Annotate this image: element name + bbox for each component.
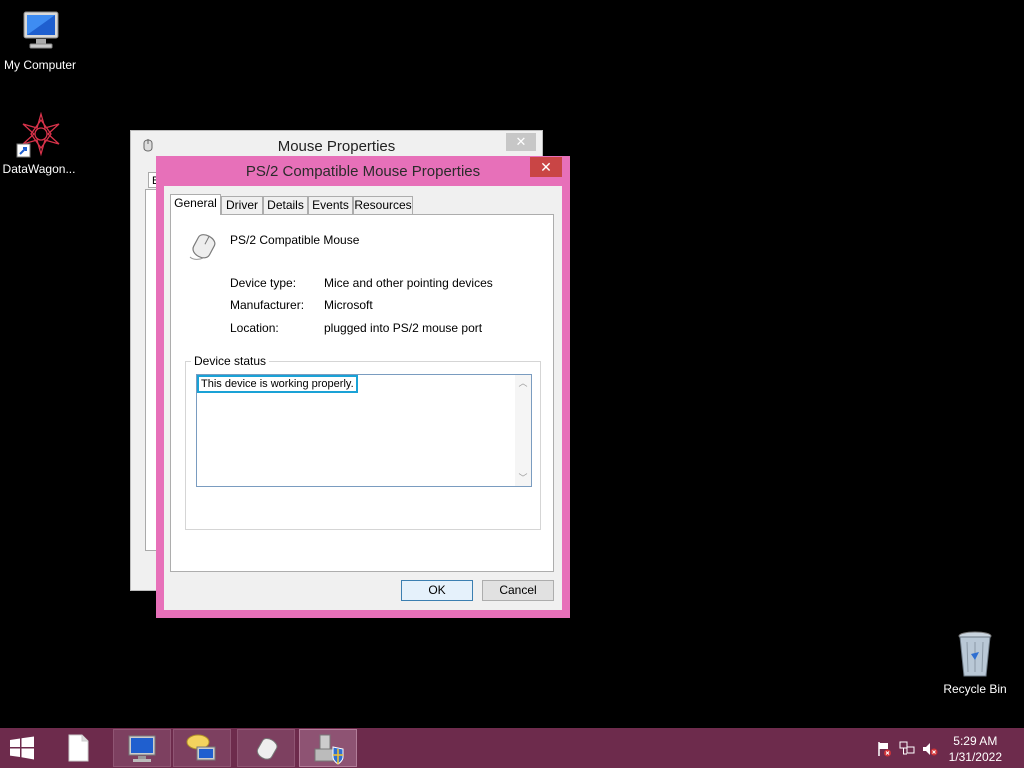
- datawagon-icon: [16, 112, 60, 158]
- dialog-title: PS/2 Compatible Mouse Properties: [245, 163, 481, 180]
- tab-details[interactable]: Details: [263, 196, 308, 214]
- start-button[interactable]: [8, 736, 38, 760]
- tab-resources[interactable]: Resources: [353, 196, 413, 214]
- my-computer-icon: [128, 735, 156, 762]
- taskbar-mouse-button[interactable]: [237, 729, 295, 767]
- location-label: Location:: [230, 321, 279, 335]
- desktop-icon-datawagon[interactable]: DataWagon...: [0, 112, 79, 176]
- tab-general[interactable]: General: [170, 194, 221, 215]
- mouse-device-icon: [189, 234, 216, 260]
- desktop-icon-my-computer[interactable]: My Computer: [0, 8, 80, 72]
- close-button[interactable]: ✕: [506, 133, 536, 151]
- mouse-icon: [256, 738, 278, 760]
- device-manager-icon: [314, 734, 344, 765]
- device-status-text: This device is working properly.: [197, 375, 358, 393]
- clock-time: 5:29 AM: [953, 734, 998, 748]
- scroll-up-arrow-icon[interactable]: ︿: [515, 376, 531, 390]
- title-bar[interactable]: PS/2 Compatible Mouse Properties ✕: [156, 156, 570, 186]
- device-status-group: Device status This device is working pro…: [185, 354, 541, 530]
- window-title: Mouse Properties: [277, 138, 396, 155]
- device-type-value: Mice and other pointing devices: [324, 276, 493, 290]
- device-status-title: Device status: [191, 354, 270, 368]
- ok-button[interactable]: OK: [401, 580, 473, 601]
- cancel-button[interactable]: Cancel: [482, 580, 554, 601]
- taskbar-my-computer-button[interactable]: [113, 729, 171, 767]
- system-clock[interactable]: 5:29 AM 1/31/2022: [949, 733, 1002, 765]
- file-icon: [68, 734, 89, 762]
- vertical-scrollbar[interactable]: ︿ ﹀: [515, 375, 531, 486]
- clock-date: 1/31/2022: [948, 750, 1002, 764]
- desktop-icon-label: DataWagon...: [2, 162, 76, 176]
- action-center-flag-icon[interactable]: [876, 741, 892, 757]
- dialog-client-area: General Driver Details Events Resources …: [164, 186, 562, 610]
- network-icon[interactable]: [899, 741, 915, 757]
- close-button[interactable]: ✕: [530, 157, 562, 177]
- device-type-label: Device type:: [230, 276, 297, 290]
- recycle-bin-icon: [958, 631, 992, 677]
- ps2-mouse-properties-dialog: PS/2 Compatible Mouse Properties ✕ Gener…: [156, 156, 570, 618]
- desktop-icon-label: Recycle Bin: [943, 682, 1007, 696]
- location-value: plugged into PS/2 mouse port: [324, 321, 483, 335]
- computer-icon: [23, 11, 59, 49]
- desktop-icon-recycle-bin[interactable]: Recycle Bin: [935, 630, 1015, 696]
- tab-events[interactable]: Events: [308, 196, 353, 214]
- tab-driver[interactable]: Driver: [221, 196, 263, 214]
- manufacturer-value: Microsoft: [324, 298, 373, 312]
- volume-muted-icon[interactable]: [922, 741, 938, 757]
- network-chat-icon: [186, 734, 216, 761]
- manufacturer-label: Manufacturer:: [230, 298, 305, 312]
- taskbar: 5:29 AM 1/31/2022: [0, 728, 1024, 768]
- desktop-icon-label: My Computer: [3, 58, 77, 72]
- device-name: PS/2 Compatible Mouse: [230, 233, 360, 247]
- general-tab-panel: PS/2 Compatible Mouse Device type: Mice …: [170, 214, 554, 572]
- scroll-down-arrow-icon[interactable]: ﹀: [515, 471, 531, 485]
- taskbar-device-manager-button[interactable]: [299, 729, 357, 767]
- file-explorer-button[interactable]: [66, 734, 94, 762]
- device-status-textbox[interactable]: This device is working properly. ︿ ﹀: [196, 374, 532, 487]
- windows-logo-icon: [10, 736, 34, 760]
- taskbar-network-chat-button[interactable]: [173, 729, 231, 767]
